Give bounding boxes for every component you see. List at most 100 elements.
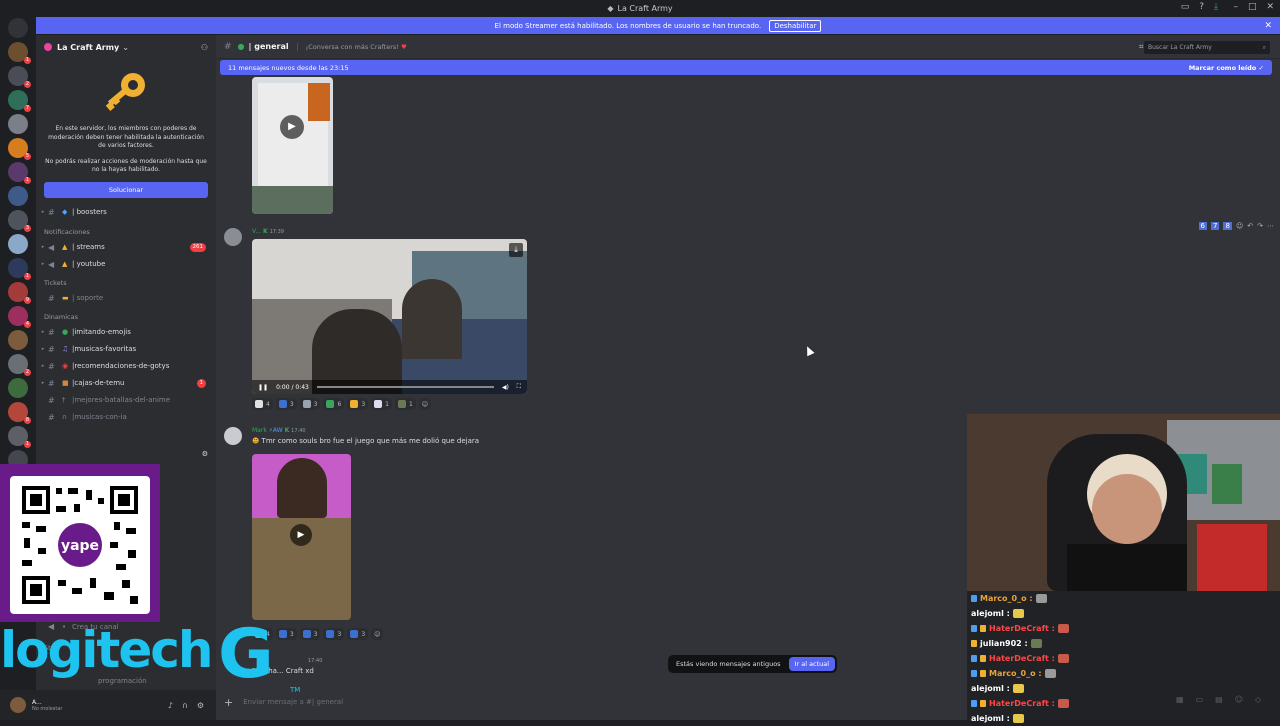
server-icon[interactable]	[8, 114, 28, 134]
minimize-button[interactable]: –	[1233, 2, 1238, 12]
server-icon[interactable]	[8, 378, 28, 398]
server-icon[interactable]: 7	[8, 90, 31, 112]
server-icon[interactable]: 1	[8, 426, 31, 448]
reaction-chip[interactable]: 4	[252, 398, 273, 410]
play-button-icon[interactable]: ▶	[280, 115, 304, 139]
server-icon[interactable]	[8, 330, 28, 350]
twitch-user: Marco_0_o :	[989, 669, 1042, 678]
server-icon[interactable]: 1	[8, 258, 31, 280]
server-icon[interactable]: 1	[8, 162, 31, 184]
reaction-chip[interactable]: 3	[299, 398, 321, 410]
reaction-chip[interactable]: 3	[275, 628, 297, 640]
channel-streams[interactable]: ▸ ◀ ▲ | streams 261	[36, 239, 216, 256]
mark-read-button[interactable]: Marcar como leído ✓	[1189, 64, 1264, 72]
author-name[interactable]: Mark	[252, 427, 267, 434]
server-icon[interactable]: 2	[8, 66, 31, 88]
megaphone-icon: ◀	[48, 242, 55, 252]
category-tickets[interactable]: Tickets	[36, 276, 216, 290]
diamond-icon: ◆	[62, 208, 68, 217]
reaction-chip[interactable]: 1	[371, 398, 392, 410]
server-icon[interactable]: 4	[8, 306, 31, 328]
reaction-chip[interactable]: 1	[394, 398, 416, 410]
server-icon[interactable]: 1	[8, 42, 31, 64]
server-icon[interactable]: 3	[8, 210, 31, 232]
jump-to-present-button[interactable]: Ir al actual	[788, 657, 836, 671]
volume-icon[interactable]: ◀)	[502, 384, 509, 391]
avatar[interactable]	[224, 427, 242, 445]
add-reaction-button[interactable]: ☺	[371, 628, 384, 640]
pause-icon[interactable]: ❚❚	[258, 384, 268, 391]
message-composer[interactable]: + Enviar mensaje a #| general	[224, 692, 964, 712]
new-messages-bar[interactable]: 11 mensajes nuevos desde las 23:15 Marca…	[220, 60, 1272, 75]
reaction-7-icon[interactable]: 7	[1211, 222, 1220, 230]
fix-button[interactable]: Solucionar	[44, 181, 208, 198]
more-icon[interactable]: ⋯	[1267, 222, 1274, 230]
search-icon: ⌕	[1262, 44, 1266, 51]
avatar[interactable]	[224, 228, 242, 246]
download-icon[interactable]: ⤓	[1214, 2, 1218, 12]
threads-icon[interactable]: ⌗	[1139, 42, 1144, 52]
fullscreen-icon[interactable]: ⛶	[517, 383, 521, 391]
reaction-chip[interactable]: 3	[347, 628, 369, 640]
forward-icon[interactable]: ↷	[1257, 222, 1263, 230]
channel-musicas-con-ia[interactable]: # ∩ |musicas-con-ia	[36, 409, 216, 426]
invite-people-icon[interactable]: ⚇	[201, 43, 208, 52]
reaction-chip[interactable]: 3	[323, 628, 345, 640]
new-messages-text: 11 mensajes nuevos desde las 23:15	[228, 63, 349, 72]
video-attachment[interactable]: ▶	[252, 77, 333, 214]
author-name[interactable]: V...	[252, 228, 261, 235]
maximize-button[interactable]: □	[1248, 2, 1257, 12]
channel-header: # ● | general ¡Conversa con más Crafters…	[216, 35, 1280, 59]
seek-bar[interactable]	[316, 386, 494, 388]
headset-icon[interactable]: ∩	[182, 701, 188, 710]
add-attachment-icon[interactable]: +	[224, 696, 233, 709]
channel-musicas-favoritas[interactable]: ▸ # ♫ |musicas-favoritas	[36, 341, 216, 358]
add-reaction-icon[interactable]: ☺	[1236, 222, 1243, 230]
play-button-icon[interactable]: ▶	[290, 524, 312, 546]
channel-youtube[interactable]: ▸ ◀ ▲ | youtube	[36, 256, 216, 273]
server-icon[interactable]	[8, 186, 28, 206]
close-banner-icon[interactable]: ✕	[1264, 21, 1272, 31]
settings-gear-icon[interactable]: ⚙	[197, 701, 204, 710]
server-header[interactable]: La Craft Army ⌄ ⚇	[36, 35, 216, 59]
reply-icon[interactable]: ↶	[1247, 222, 1253, 230]
server-icon[interactable]: 2	[8, 354, 31, 376]
server-icon[interactable]: 8	[8, 402, 31, 424]
microphone-icon[interactable]: ♪	[168, 701, 173, 710]
download-icon[interactable]: ⤓	[509, 243, 523, 257]
hash-icon: #	[48, 412, 55, 422]
close-window-button[interactable]: ✕	[1266, 2, 1274, 12]
server-icon[interactable]: 9	[8, 282, 31, 304]
video-attachment[interactable]: ▶	[252, 454, 351, 620]
help-icon[interactable]: ?	[1199, 2, 1204, 12]
add-reaction-button[interactable]: ☺	[418, 398, 432, 410]
reaction-8-icon[interactable]: 8	[1223, 222, 1232, 230]
reaction-count: 3	[289, 630, 294, 638]
server-icon[interactable]: 5	[8, 138, 31, 160]
video-player[interactable]: ⤓ ❚❚ 0:00 / 0:43 ◀) ⛶	[252, 239, 527, 394]
channel-mejores-batallas[interactable]: # † |mejores-batallas-del-anime	[36, 392, 216, 409]
channel-soporte[interactable]: # ▬ | soporte	[36, 290, 216, 307]
discord-home-icon[interactable]	[8, 18, 28, 38]
channel-settings-row[interactable]: ⚙	[36, 446, 216, 463]
disable-streamer-button[interactable]: Deshabilitar	[769, 19, 822, 32]
globe-icon: ●	[237, 42, 245, 51]
reaction-chip[interactable]: 3	[275, 398, 297, 410]
reaction-6-icon[interactable]: 6	[1198, 222, 1207, 230]
channel-recomendaciones[interactable]: ▸ # ◉ |recomendaciones-de-gotys	[36, 358, 216, 375]
reaction-chip[interactable]: 3	[347, 398, 369, 410]
category-notifications[interactable]: Notificaciones	[36, 225, 216, 239]
reaction-chip[interactable]: 6	[323, 398, 345, 410]
logitech-g-logo: G	[218, 615, 274, 694]
reaction-chip[interactable]: 3	[299, 628, 321, 640]
server-icon[interactable]	[8, 234, 28, 254]
gear-icon[interactable]: ⚙	[202, 450, 208, 458]
channel-cajas-de-temu[interactable]: ▸ # ■ |cajas-de-temu 1	[36, 375, 216, 392]
inbox-icon[interactable]: ▭	[1181, 2, 1190, 12]
avatar[interactable]	[10, 697, 26, 713]
channel-imitando-emojis[interactable]: ▸ # ● |imitando-emojis	[36, 324, 216, 341]
search-input[interactable]: Buscar La Craft Army ⌕	[1144, 41, 1270, 54]
channel-boosters[interactable]: ▸ # ◆ | boosters	[36, 204, 216, 221]
category-dynamics[interactable]: Dinamicas	[36, 310, 216, 324]
headphones-icon: ∩	[62, 413, 68, 422]
